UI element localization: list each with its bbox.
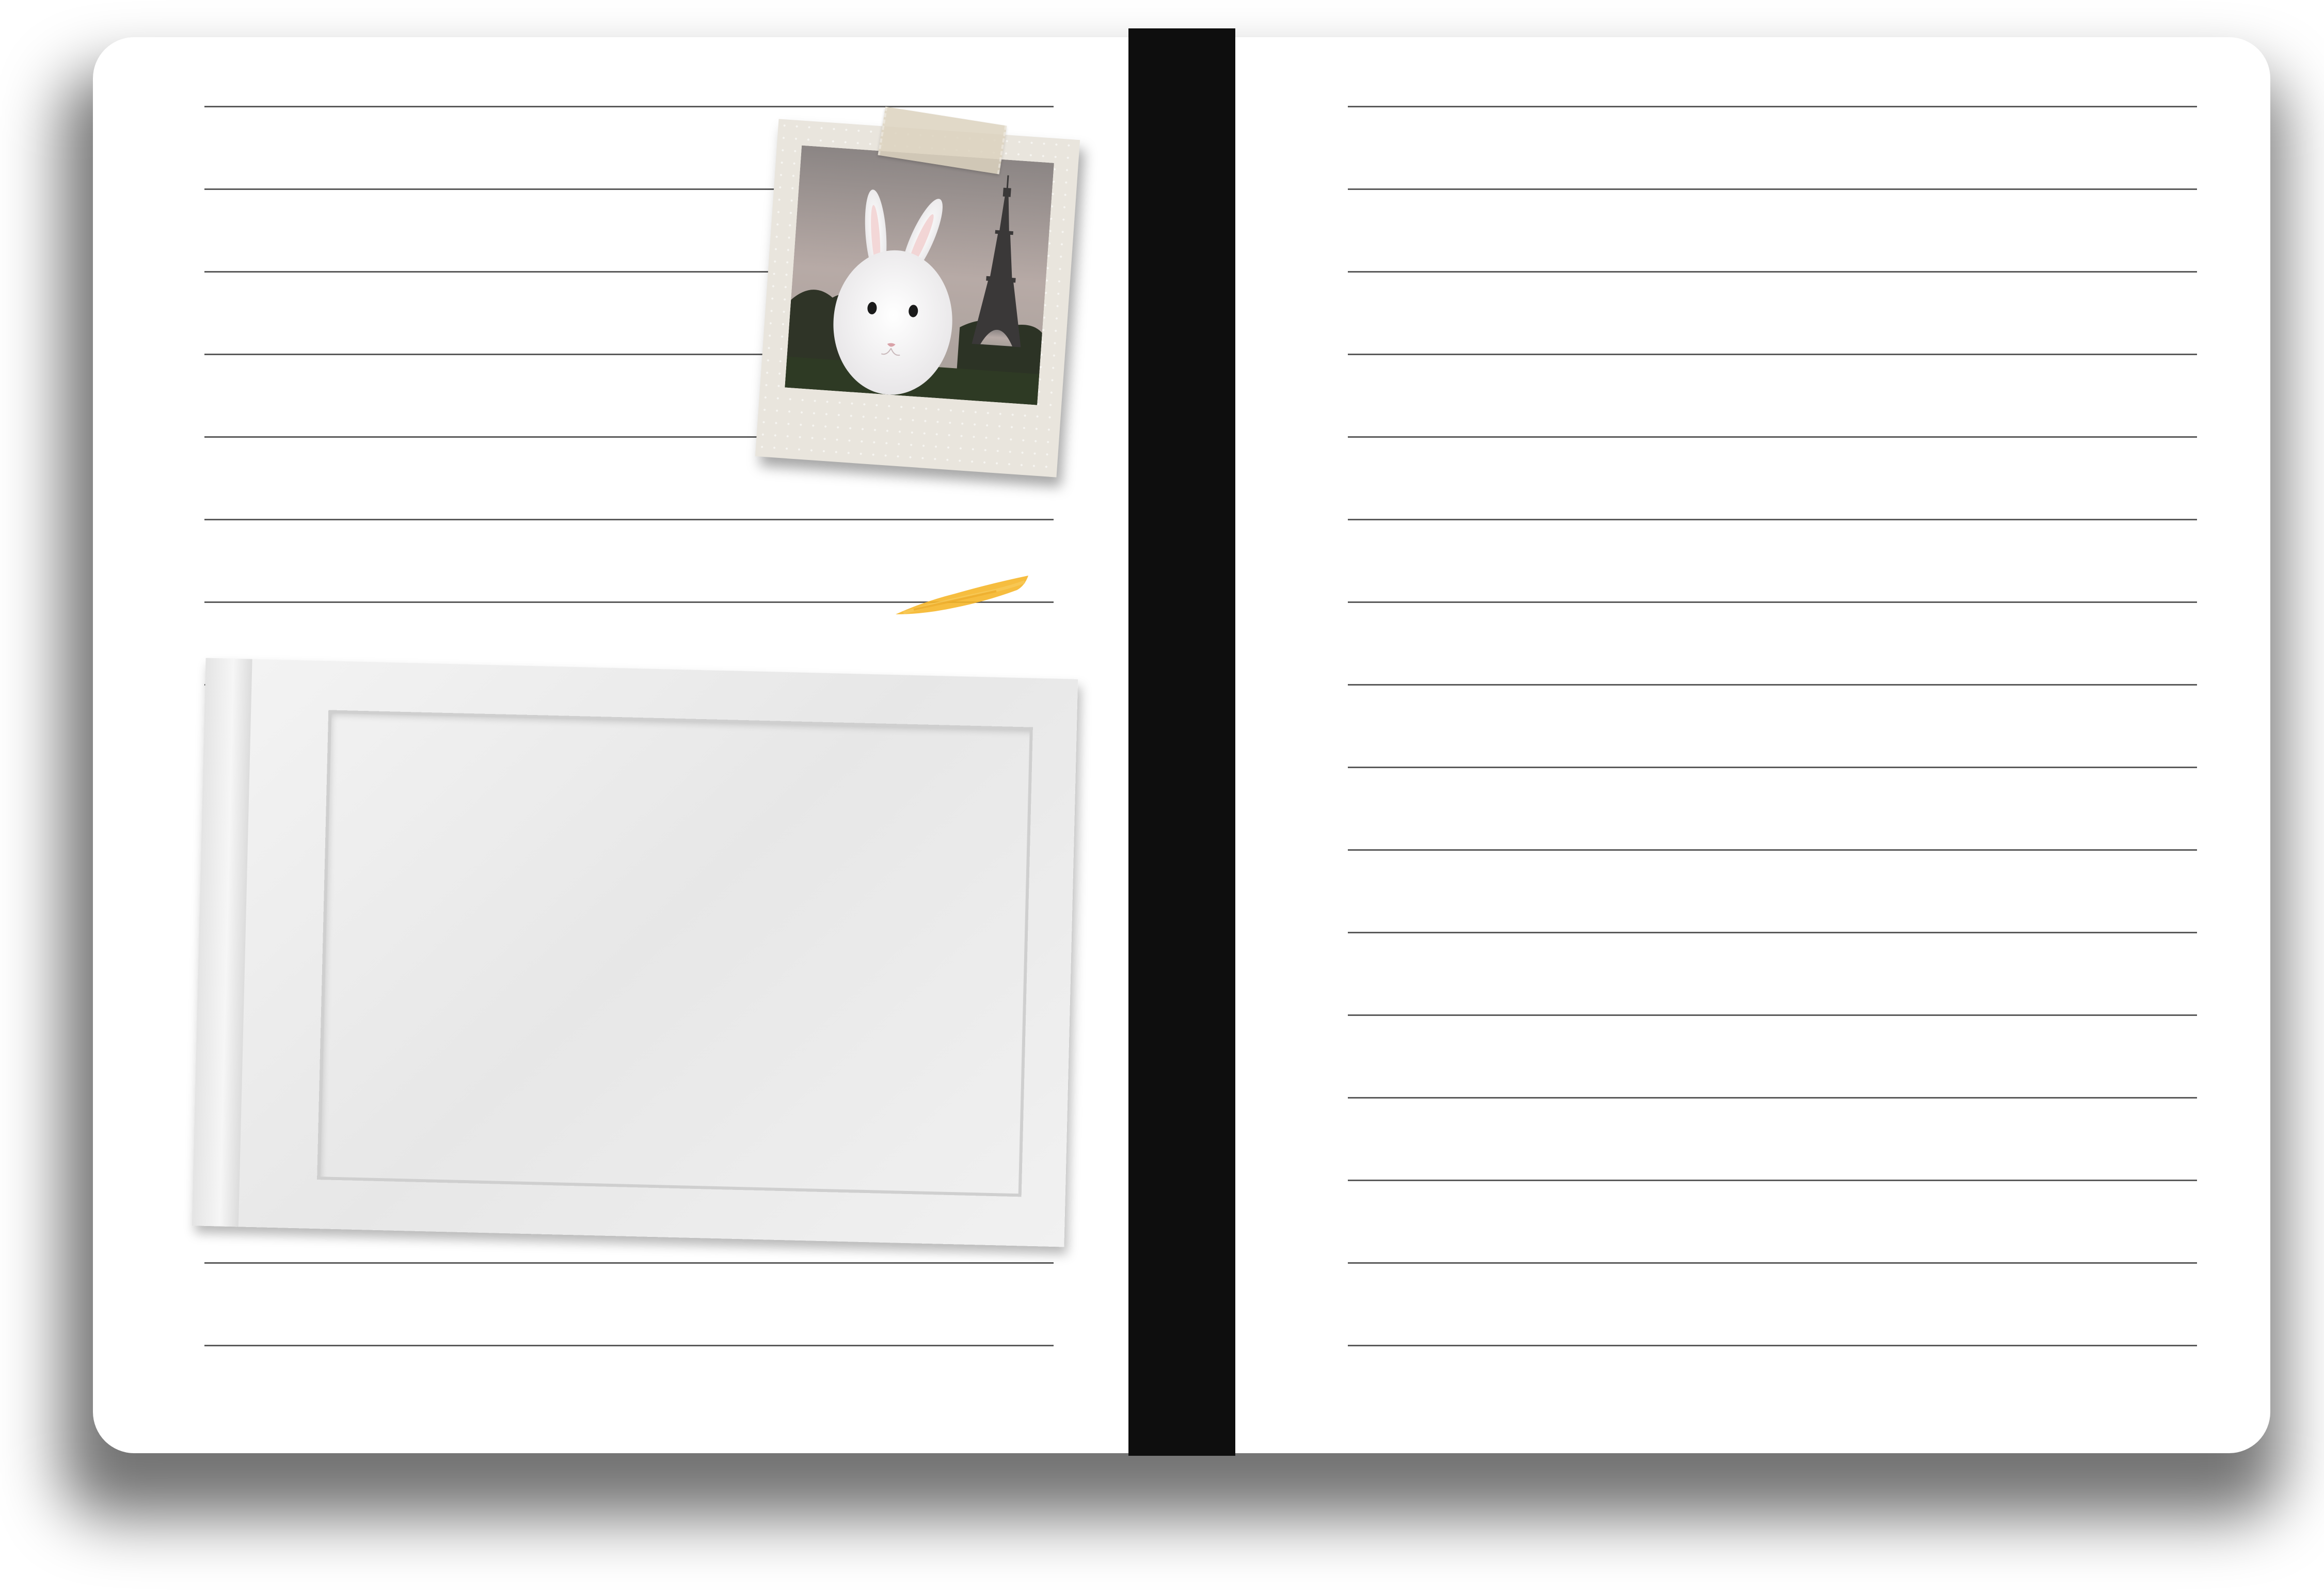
bunny-eiffel-photo-icon: [785, 145, 1054, 405]
ruled-line: [204, 1262, 1054, 1264]
ruled-line: [1348, 849, 2197, 851]
ruled-line: [204, 519, 1054, 520]
ruled-line: [1348, 932, 2197, 933]
ruled-line: [1348, 601, 2197, 603]
yellow-brush-stroke-icon: [893, 565, 1032, 622]
polaroid-photo: [755, 106, 1080, 478]
elastic-strap: [1128, 28, 1235, 1456]
empty-photo-frame: [192, 658, 1078, 1247]
ruled-line: [204, 106, 1054, 107]
frame-window: [317, 710, 1033, 1197]
ruled-line: [1348, 354, 2197, 355]
ruled-line: [1348, 188, 2197, 190]
ruled-line: [1348, 1262, 2197, 1264]
notebook-scene: [0, 0, 2324, 1590]
right-page: [1235, 37, 2270, 1453]
ruled-line: [1348, 1345, 2197, 1346]
ruled-line: [1348, 767, 2197, 768]
ruled-line: [204, 1345, 1054, 1346]
ruled-line: [1348, 519, 2197, 520]
ruled-line: [1348, 1180, 2197, 1181]
ruled-line: [1348, 271, 2197, 273]
ruled-line: [1348, 106, 2197, 107]
ruled-line: [1348, 1014, 2197, 1016]
ruled-line: [1348, 436, 2197, 438]
ruled-line: [1348, 684, 2197, 686]
ruled-line: [1348, 1097, 2197, 1099]
